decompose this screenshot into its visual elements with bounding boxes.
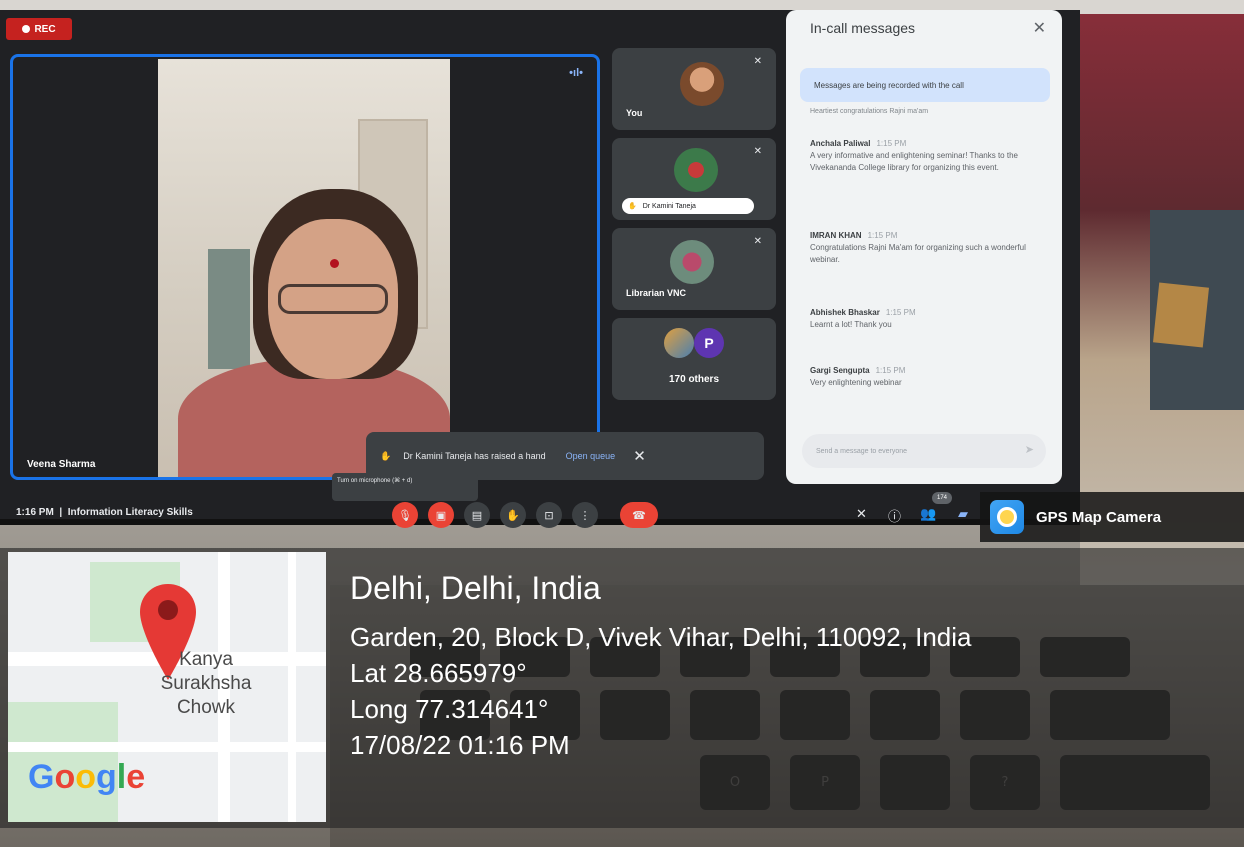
speaking-icon: •ıl• bbox=[569, 67, 583, 79]
chat-sender: IMRAN KHAN bbox=[810, 231, 862, 240]
main-video-tile[interactable]: •ıl• Veena Sharma bbox=[10, 54, 600, 480]
map-place-line: Chowk bbox=[176, 697, 236, 718]
chat-message-text: A very informative and enlightening semi… bbox=[810, 151, 1018, 172]
close-icon[interactable]: ✕ bbox=[633, 447, 646, 465]
participant-label: Librarian VNC bbox=[626, 288, 687, 298]
google-logo-letter: o bbox=[54, 758, 76, 796]
avatar: P bbox=[694, 328, 724, 358]
meeting-info: 1:16 PM | Information Literacy Skills bbox=[16, 507, 193, 518]
raised-hand-chip: ✋ Dr Kamini Taneja bbox=[622, 198, 754, 214]
chat-panel: In-call messages ✕ Messages are being re… bbox=[786, 10, 1062, 484]
avatar bbox=[674, 148, 718, 192]
chat-sender: Anchala Paliwal bbox=[810, 139, 871, 148]
google-logo-letter: e bbox=[126, 758, 146, 796]
record-icon bbox=[22, 25, 31, 33]
microphone-tooltip: Turn on microphone (⌘ + d) bbox=[332, 473, 478, 501]
hand-icon[interactable]: ✋ bbox=[500, 502, 526, 528]
participant-tile-librarian[interactable]: ✕ Librarian VNC bbox=[612, 228, 776, 310]
people-icon[interactable]: 👥 bbox=[920, 506, 936, 522]
speaker-bindi bbox=[330, 259, 339, 268]
map-place-line: Surakhsha bbox=[160, 673, 252, 694]
avatar bbox=[680, 62, 724, 106]
recording-badge: REC bbox=[6, 18, 72, 40]
avatar bbox=[670, 240, 714, 284]
speaker-video bbox=[158, 59, 450, 477]
close-icon[interactable]: ✕ bbox=[1033, 18, 1046, 38]
mic-off-icon[interactable]: 🎙 bbox=[392, 502, 418, 528]
photo-scene: O P ? REC •ıl• Veena Sharma bbox=[0, 0, 1244, 847]
map-road bbox=[288, 552, 296, 822]
mute-icon: ✕ bbox=[753, 236, 762, 247]
google-logo-letter: g bbox=[96, 758, 117, 796]
mute-icon: ✕ bbox=[753, 56, 762, 67]
participant-tile-you[interactable]: ✕ You bbox=[612, 48, 776, 130]
people-count-badge: 174 bbox=[932, 492, 952, 504]
chat-input[interactable]: Send a message to everyone ➤ bbox=[802, 434, 1046, 468]
chat-icon[interactable]: ▰ bbox=[958, 506, 968, 522]
room-sticky-note bbox=[1153, 282, 1209, 348]
captions-icon[interactable]: ▤ bbox=[464, 502, 490, 528]
chat-message-text: Learnt a lot! Thank you bbox=[810, 320, 892, 329]
map-place-line: Kanya bbox=[179, 649, 233, 670]
speaker-name: Veena Sharma bbox=[27, 459, 96, 470]
chat-sender: Abhishek Bhaskar bbox=[810, 308, 880, 317]
gps-address-block: Delhi, Delhi, India Garden, 20, Block D,… bbox=[350, 570, 972, 763]
participant-tile-kamini[interactable]: ✕ ✋ Dr Kamini Taneja bbox=[612, 138, 776, 220]
gps-address: Garden, 20, Block D, Vivek Vihar, Delhi,… bbox=[350, 622, 972, 652]
separator: | bbox=[56, 507, 68, 518]
chat-message: IMRAN KHAN 1:15 PM Congratulations Rajni … bbox=[810, 230, 1040, 266]
gps-datetime: 17/08/22 01:16 PM bbox=[350, 730, 570, 760]
meeting-time: 1:16 PM bbox=[16, 507, 54, 518]
gps-brand-name: GPS Map Camera bbox=[1036, 508, 1162, 526]
chat-message-text: Heartiest congratulations Rajni ma'am bbox=[810, 108, 929, 115]
location-map: Kanya Surakhsha Chowk Google bbox=[8, 552, 326, 822]
recording-label: REC bbox=[34, 23, 56, 35]
map-place-label: Kanya Surakhsha Chowk bbox=[126, 648, 286, 720]
hang-up-icon[interactable]: ☎ bbox=[620, 502, 658, 528]
gps-brand: GPS Map Camera bbox=[980, 492, 1244, 542]
meeting-title: Information Literacy Skills bbox=[67, 507, 193, 518]
raised-hand-icon: ✋ bbox=[628, 203, 637, 210]
mute-icon[interactable]: ✕ bbox=[856, 506, 867, 522]
participant-label: Dr Kamini Taneja bbox=[642, 202, 696, 210]
recording-notice: Messages are being recorded with the cal… bbox=[800, 68, 1050, 102]
send-icon[interactable]: ➤ bbox=[1025, 443, 1034, 456]
chat-input-placeholder: Send a message to everyone bbox=[816, 447, 908, 455]
chat-message-text: Congratulations Rajni Ma'am for organizi… bbox=[810, 243, 1026, 264]
chat-time: 1:15 PM bbox=[876, 139, 907, 148]
chat-title: In-call messages bbox=[810, 20, 916, 36]
chat-message: Anchala Paliwal 1:15 PM A very informativ… bbox=[810, 138, 1040, 174]
participant-tile-others[interactable]: P 170 others bbox=[612, 318, 776, 400]
chat-message-text: Very enlightening webinar bbox=[810, 378, 902, 387]
chat-time: 1:15 PM bbox=[875, 366, 906, 375]
chat-sender: Gargi Sengupta bbox=[810, 366, 870, 375]
google-logo-letter: o bbox=[75, 758, 97, 796]
gps-longitude: Long 77.314641° bbox=[350, 694, 549, 724]
chat-message: Abhishek Bhaskar 1:15 PM Learnt a lot! Th… bbox=[810, 307, 1040, 331]
raised-hand-icon: ✋ bbox=[380, 450, 392, 461]
present-icon[interactable]: ⊡ bbox=[536, 502, 562, 528]
speaker-glasses bbox=[278, 284, 388, 314]
google-logo-letter: l bbox=[116, 758, 127, 796]
google-logo-letter: G bbox=[28, 758, 55, 796]
avatar bbox=[664, 328, 694, 358]
gps-city: Delhi, Delhi, India bbox=[350, 570, 601, 606]
open-queue-button[interactable]: Open queue bbox=[566, 451, 616, 461]
info-icon[interactable]: ⓘ bbox=[888, 506, 901, 525]
camera-off-icon[interactable]: ▣ bbox=[428, 502, 454, 528]
video-background-poster bbox=[208, 249, 250, 369]
notification-text: Dr Kamini Taneja has raised a hand bbox=[403, 451, 546, 461]
chat-message: Gargi Sengupta 1:15 PM Very enlightening … bbox=[810, 365, 1040, 389]
meet-window: REC •ıl• Veena Sharma ✕ You ✕ ✋ Dr Kamin… bbox=[0, 10, 1080, 528]
more-icon[interactable]: ⋮ bbox=[572, 502, 598, 528]
participant-label: 170 others bbox=[668, 374, 720, 385]
participant-label: You bbox=[626, 108, 643, 118]
gps-latitude: Lat 28.665979° bbox=[350, 658, 527, 688]
gps-camera-logo bbox=[990, 500, 1024, 534]
mute-icon: ✕ bbox=[753, 146, 762, 157]
google-logo: Google bbox=[28, 758, 145, 797]
map-road bbox=[8, 742, 326, 752]
chat-time: 1:15 PM bbox=[867, 231, 898, 240]
chat-time: 1:15 PM bbox=[885, 308, 916, 317]
